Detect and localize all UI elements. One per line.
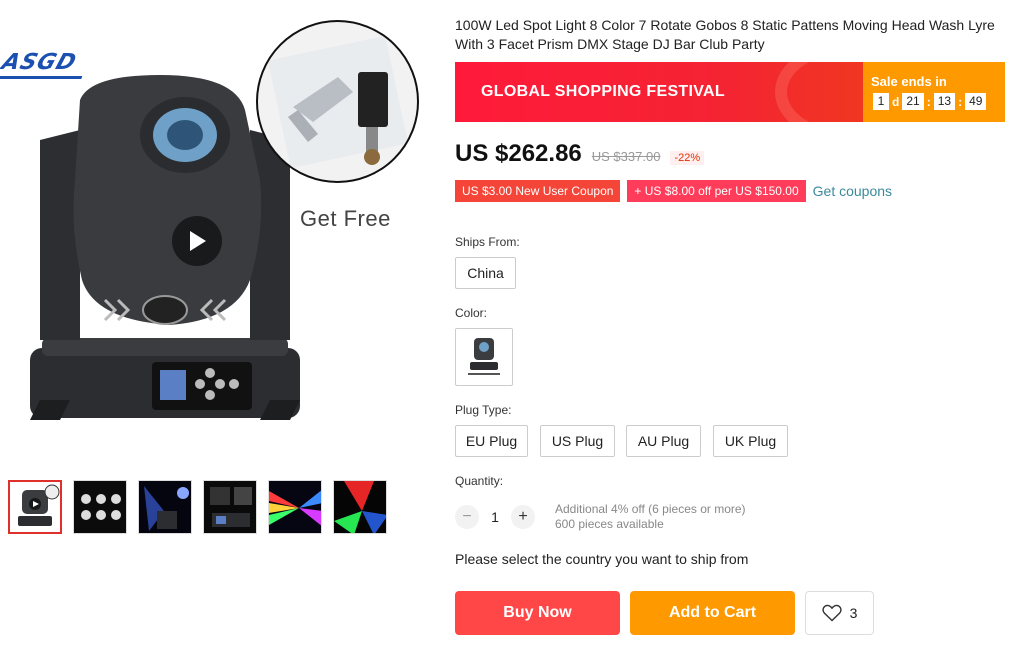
countdown-seconds: 49 (965, 93, 987, 110)
product-title: 100W Led Spot Light 8 Color 7 Rotate Gob… (455, 17, 995, 52)
thumb-red-green-beams-image (334, 481, 386, 533)
plug-type-label: Plug Type: (455, 403, 512, 417)
buy-now-button[interactable]: Buy Now (455, 591, 620, 635)
thumb-display-panel-image (204, 481, 256, 533)
quantity-decrease-button[interactable]: − (455, 505, 479, 529)
plug-option-uk[interactable]: UK Plug (713, 425, 788, 457)
color-label: Color: (455, 306, 488, 320)
clamp-accessory-illustration (267, 35, 409, 169)
thumb-moving-head-image (10, 482, 60, 532)
thumbnail-2[interactable] (73, 480, 127, 534)
countdown-days-unit: d (892, 94, 900, 109)
main-product-image[interactable]: ASGD Get Free (0, 0, 440, 470)
quantity-stepper: − 1 + Additional 4% off (6 pieces or mor… (455, 502, 746, 532)
countdown-sep: : (958, 94, 963, 109)
add-to-cart-button[interactable]: Add to Cart (630, 591, 795, 635)
quantity-value[interactable]: 1 (479, 509, 511, 525)
extra-discount-text: Additional 4% off (6 pieces or more) (555, 502, 746, 516)
thumbnail-5[interactable] (268, 480, 322, 534)
new-user-coupon[interactable]: US $3.00 New User Coupon (455, 180, 621, 202)
ships-from-china-option[interactable]: China (455, 257, 516, 289)
sale-countdown-box: Sale ends in 1 d 21 : 13 : 49 (863, 62, 1005, 122)
color-swatch-image (468, 338, 500, 375)
countdown-minutes: 13 (933, 93, 956, 110)
ships-from-label: Ships From: (455, 235, 520, 249)
quantity-info: Additional 4% off (6 pieces or more) 600… (555, 502, 746, 532)
wishlist-count: 3 (849, 605, 858, 621)
thumbnail-6[interactable] (333, 480, 387, 534)
color-option-swatch[interactable] (455, 328, 513, 386)
thumbnail-1[interactable] (8, 480, 62, 534)
sale-ends-label: Sale ends in (871, 74, 947, 89)
get-free-caption: Get Free (300, 206, 391, 231)
countdown-hours: 21 (902, 93, 924, 110)
original-price: US $337.00 (591, 149, 661, 164)
thumbnail-3[interactable] (138, 480, 192, 534)
quantity-label: Quantity: (455, 474, 504, 488)
thumbnail-strip (8, 480, 387, 534)
festival-title: GLOBAL SHOPPING FESTIVAL (481, 83, 725, 100)
thumb-gobos-image (74, 481, 126, 533)
coupon-row: US $3.00 New User Coupon + US $8.00 off … (455, 180, 892, 202)
wishlist-button[interactable]: 3 (805, 591, 874, 635)
stock-available-text: 600 pieces available (555, 517, 664, 531)
current-price: US $262.86 (455, 140, 582, 167)
heart-icon (821, 604, 842, 622)
play-icon (190, 231, 206, 251)
thumb-rainbow-beams-image (269, 481, 321, 533)
price-row: US $262.86 US $337.00 -22% (455, 140, 705, 168)
free-accessory-inset (256, 20, 419, 183)
store-coupon[interactable]: + US $8.00 off per US $150.00 (627, 180, 806, 202)
thumbnail-4[interactable] (203, 480, 257, 534)
plug-option-eu[interactable]: EU Plug (455, 425, 528, 457)
plug-option-au[interactable]: AU Plug (626, 425, 701, 457)
play-video-button[interactable] (172, 216, 222, 266)
thumb-light-effect-image (139, 481, 191, 533)
countdown-timer: 1 d 21 : 13 : 49 (873, 93, 987, 110)
festival-banner[interactable]: GLOBAL SHOPPING FESTIVAL Sale ends in 1 … (455, 62, 1005, 122)
discount-badge: -22% (670, 151, 705, 165)
countdown-sep: : (926, 94, 931, 109)
get-coupons-link[interactable]: Get coupons (813, 183, 892, 199)
countdown-days: 1 (873, 93, 889, 110)
quantity-increase-button[interactable]: + (511, 505, 535, 529)
ship-country-note: Please select the country you want to sh… (455, 551, 749, 567)
plug-option-us[interactable]: US Plug (540, 425, 615, 457)
